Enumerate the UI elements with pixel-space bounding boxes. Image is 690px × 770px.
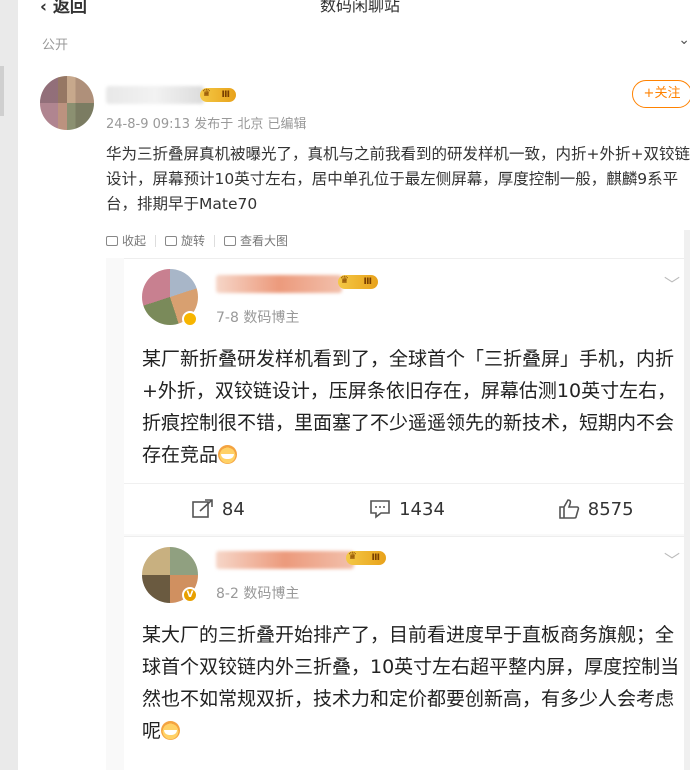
verified-badge-icon [182,311,198,327]
avatar[interactable] [40,76,94,130]
post-meta: 24-8-9 09:13 发布于 北京 已编辑 [106,117,307,132]
user-level-badge: ♛ Ⅲ [338,275,378,289]
crown-icon: ♛ [202,88,211,99]
repost-count: 84 [221,498,245,520]
comment-icon [370,500,390,519]
crown-icon: ♛ [348,551,357,562]
user-level-badge: ♛ Ⅲ [346,551,386,565]
image-actions: 收起 旋转 查看大图 [106,232,288,249]
sidebar-marker [0,66,4,116]
post-card: 公开 ⌄ ♛ Ⅲ 24-8-9 09:13 发布于 北京 已编辑 +关注 华为三折… [18,22,690,770]
username-blurred[interactable] [216,551,354,569]
rotate-icon [165,235,178,246]
page-title: 数码闲聊站 [320,0,401,15]
chevron-down-icon[interactable]: ﹀ [664,547,680,571]
level-label: Ⅲ [371,553,380,563]
divider [155,234,157,247]
left-sidebar [0,0,18,770]
repost-icon [192,499,213,518]
level-label: Ⅲ [221,90,230,100]
like-button[interactable]: 8575 [501,484,690,534]
rotate-label: 旋转 [181,234,206,248]
scrollbar[interactable] [684,230,690,770]
retweet-text-content: 某大厂的三折叠开始排产了，目前看进度早于直板商务旗舰；全球首个双铰链内外三折叠，… [142,624,680,742]
crown-icon: ♛ [340,275,349,286]
collapse-label: 收起 [122,234,147,248]
back-button[interactable]: ‹ 返回 [40,0,87,17]
chevron-down-icon[interactable]: ⌄ [678,32,690,48]
top-bar: ‹ 返回 数码闲聊站 [0,0,690,22]
retweet-stats: 84 1434 8575 [124,483,690,534]
chevron-down-icon[interactable]: ﹀ [664,271,680,295]
view-large-label: 查看大图 [240,234,289,248]
user-level-badge: ♛ Ⅲ [200,88,236,102]
comment-button[interactable]: 1434 [313,484,502,534]
view-large-icon [224,235,237,246]
retweet-meta: 7-8 数码博主 [216,310,300,326]
emoji-icon [161,721,181,740]
username-blurred[interactable] [106,86,204,104]
like-icon [558,499,579,519]
emoji-icon [218,445,238,464]
verified-badge-icon: V [182,587,198,603]
retweet-card[interactable]: ♛ Ⅲ 7-8 数码博主 ﹀ 某厂新折叠研发样机看到了，全球首个「三折叠屏」手机，… [124,258,690,534]
like-count: 8575 [587,498,634,520]
retweet-text: 某大厂的三折叠开始排产了，目前看进度早于直板商务旗舰；全球首个双铰链内外三折叠，… [142,619,682,747]
back-label: 返回 [52,0,87,17]
collapse-action[interactable]: 收起 [106,232,146,249]
collect-icon [106,235,118,246]
rotate-action[interactable]: 旋转 [165,232,205,249]
divider [214,234,216,247]
comment-count: 1434 [399,498,445,520]
retweet-text: 某厂新折叠研发样机看到了，全球首个「三折叠屏」手机，内折+外折，双铰链设计，压屏… [142,343,682,471]
follow-button[interactable]: +关注 [632,80,690,108]
retweet-card[interactable]: V ♛ Ⅲ 8-2 数码博主 ﹀ 某大厂的三折叠开始排产了，目前看进度早于直板商务… [124,536,690,770]
post-text: 华为三折叠屏真机被曝光了，真机与之前我看到的研发样机一致，内折+外折+双铰链设计… [106,145,690,213]
retweet-meta: 8-2 数码博主 [216,586,300,602]
username-blurred[interactable] [216,275,342,293]
level-label: Ⅲ [363,277,372,287]
view-large-action[interactable]: 查看大图 [224,232,288,249]
visibility-label: 公开 [42,38,69,53]
repost-button[interactable]: 84 [124,484,313,534]
